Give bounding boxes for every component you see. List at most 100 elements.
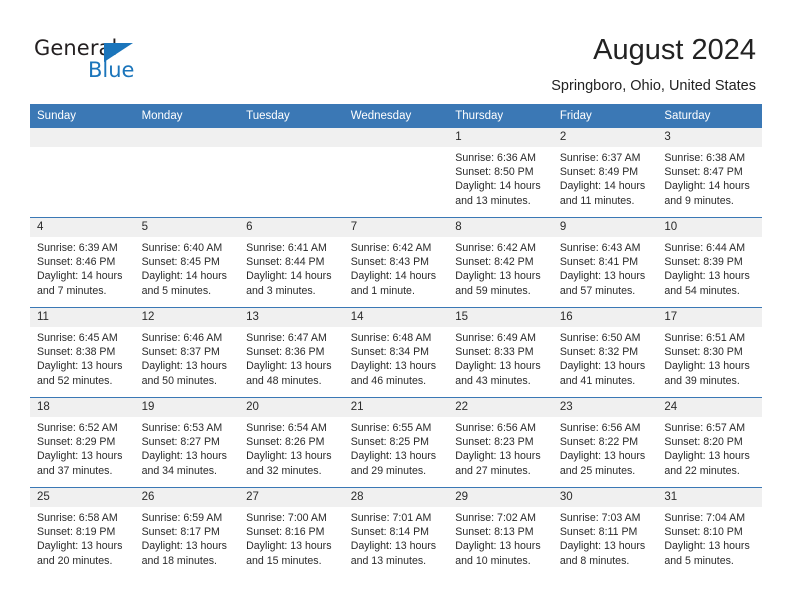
sunrise-text: Sunrise: 6:47 AM: [246, 332, 327, 344]
calendar-day-cell[interactable]: 2 Sunrise: 6:37 AM Sunset: 8:49 PM Dayli…: [552, 128, 658, 218]
sunset-text: Sunset: 8:36 PM: [246, 346, 325, 359]
daylight-text-line2: and 9 minutes.: [664, 194, 734, 207]
sunset-text: Sunset: 8:27 PM: [141, 436, 220, 449]
day-details: Sunrise: 6:36 AM Sunset: 8:50 PM Dayligh…: [448, 147, 553, 208]
weekday-header-tuesday: Tuesday: [239, 104, 344, 128]
calendar-day-cell[interactable]: 9 Sunrise: 6:43 AM Sunset: 8:41 PM Dayli…: [552, 217, 658, 308]
sunrise-text: Sunrise: 6:53 AM: [141, 422, 223, 434]
day-number: 20: [239, 398, 344, 417]
sunset-text: Sunset: 8:19 PM: [37, 526, 116, 539]
calendar-day-cell[interactable]: 19 Sunrise: 6:53 AM Sunset: 8:27 PM Dayl…: [134, 397, 240, 488]
calendar-day-cell[interactable]: 28 Sunrise: 7:01 AM Sunset: 8:14 PM Dayl…: [343, 487, 449, 577]
daylight-text-line1: Daylight: 14 hours: [246, 270, 332, 283]
calendar-day-cell[interactable]: 18 Sunrise: 6:52 AM Sunset: 8:29 PM Dayl…: [30, 397, 135, 488]
calendar-day-cell[interactable]: 20 Sunrise: 6:54 AM Sunset: 8:26 PM Dayl…: [239, 397, 344, 488]
daylight-text-line1: Daylight: 13 hours: [664, 450, 750, 463]
calendar-day-cell[interactable]: 23 Sunrise: 6:56 AM Sunset: 8:22 PM Dayl…: [552, 397, 658, 488]
sunset-text: Sunset: 8:32 PM: [559, 346, 639, 359]
calendar-day-cell[interactable]: 3 Sunrise: 6:38 AM Sunset: 8:47 PM Dayli…: [657, 128, 762, 218]
calendar-day-cell[interactable]: [343, 128, 449, 218]
sunset-text: Sunset: 8:23 PM: [455, 436, 534, 449]
calendar-day-cell[interactable]: [239, 128, 344, 218]
sunrise-text: Sunrise: 6:43 AM: [559, 242, 641, 254]
day-details: Sunrise: 7:03 AM Sunset: 8:11 PM Dayligh…: [553, 507, 658, 568]
sunset-text: Sunset: 8:11 PM: [559, 526, 638, 539]
sunset-text: Sunset: 8:38 PM: [37, 346, 116, 359]
sunrise-text: Sunrise: 6:56 AM: [455, 422, 536, 434]
calendar-day-cell[interactable]: 30 Sunrise: 7:03 AM Sunset: 8:11 PM Dayl…: [552, 487, 658, 577]
day-details: Sunrise: 6:56 AM Sunset: 8:22 PM Dayligh…: [553, 417, 658, 478]
calendar-day-cell[interactable]: [30, 128, 135, 218]
daylight-text-line1: Daylight: 13 hours: [559, 450, 646, 463]
sunset-text: Sunset: 8:25 PM: [350, 436, 430, 449]
calendar-body: 1 Sunrise: 6:36 AM Sunset: 8:50 PM Dayli…: [30, 128, 762, 577]
sunrise-text: Sunrise: 6:50 AM: [559, 332, 641, 344]
day-number: 31: [657, 488, 762, 507]
sunrise-text: Sunrise: 6:36 AM: [455, 152, 536, 164]
daylight-text-line2: and 22 minutes.: [664, 464, 740, 477]
sunrise-text: Sunrise: 6:59 AM: [141, 512, 223, 524]
page-title: August 2024: [593, 34, 756, 66]
calendar-day-cell[interactable]: 21 Sunrise: 6:55 AM Sunset: 8:25 PM Dayl…: [343, 397, 449, 488]
calendar-day-cell[interactable]: 16 Sunrise: 6:50 AM Sunset: 8:32 PM Dayl…: [552, 307, 658, 398]
calendar-day-cell[interactable]: 27 Sunrise: 7:00 AM Sunset: 8:16 PM Dayl…: [239, 487, 344, 577]
sunrise-text: Sunrise: 6:37 AM: [559, 152, 641, 164]
calendar-day-cell[interactable]: 22 Sunrise: 6:56 AM Sunset: 8:23 PM Dayl…: [448, 397, 553, 488]
calendar-day-cell[interactable]: 13 Sunrise: 6:47 AM Sunset: 8:36 PM Dayl…: [239, 307, 344, 398]
sunrise-text: Sunrise: 7:02 AM: [455, 512, 536, 524]
daylight-text-line2: and 20 minutes.: [37, 554, 113, 567]
day-details: Sunrise: 6:44 AM Sunset: 8:39 PM Dayligh…: [657, 237, 762, 298]
day-number: 24: [657, 398, 762, 417]
calendar-day-cell[interactable]: 11 Sunrise: 6:45 AM Sunset: 8:38 PM Dayl…: [30, 307, 135, 398]
daylight-text-line2: and 59 minutes.: [455, 284, 531, 297]
calendar-day-cell[interactable]: 14 Sunrise: 6:48 AM Sunset: 8:34 PM Dayl…: [343, 307, 449, 398]
calendar-day-cell[interactable]: 17 Sunrise: 6:51 AM Sunset: 8:30 PM Dayl…: [657, 307, 762, 398]
calendar-day-cell[interactable]: 7 Sunrise: 6:42 AM Sunset: 8:43 PM Dayli…: [343, 217, 449, 308]
day-number: 25: [30, 488, 135, 507]
calendar-day-cell[interactable]: 8 Sunrise: 6:42 AM Sunset: 8:42 PM Dayli…: [448, 217, 553, 308]
calendar-day-cell[interactable]: 25 Sunrise: 6:58 AM Sunset: 8:19 PM Dayl…: [30, 487, 135, 577]
calendar-day-cell[interactable]: 6 Sunrise: 6:41 AM Sunset: 8:44 PM Dayli…: [239, 217, 344, 308]
sunrise-text: Sunrise: 7:03 AM: [559, 512, 641, 524]
calendar-day-cell[interactable]: 15 Sunrise: 6:49 AM Sunset: 8:33 PM Dayl…: [448, 307, 553, 398]
sunset-text: Sunset: 8:33 PM: [455, 346, 534, 359]
calendar-day-cell[interactable]: 31 Sunrise: 7:04 AM Sunset: 8:10 PM Dayl…: [657, 487, 762, 577]
daylight-text-line2: and 18 minutes.: [141, 554, 217, 567]
daylight-text-line2: and 41 minutes.: [559, 374, 636, 387]
calendar-day-cell[interactable]: 10 Sunrise: 6:44 AM Sunset: 8:39 PM Dayl…: [657, 217, 762, 308]
calendar-day-cell[interactable]: 12 Sunrise: 6:46 AM Sunset: 8:37 PM Dayl…: [134, 307, 240, 398]
calendar-day-cell[interactable]: 4 Sunrise: 6:39 AM Sunset: 8:46 PM Dayli…: [30, 217, 135, 308]
day-number: 21: [343, 398, 449, 417]
daylight-text-line1: Daylight: 14 hours: [559, 180, 646, 193]
day-details: Sunrise: 6:47 AM Sunset: 8:36 PM Dayligh…: [239, 327, 344, 388]
calendar-day-cell[interactable]: [134, 128, 240, 218]
calendar-day-cell[interactable]: 24 Sunrise: 6:57 AM Sunset: 8:20 PM Dayl…: [657, 397, 762, 488]
day-details: Sunrise: 6:55 AM Sunset: 8:25 PM Dayligh…: [344, 417, 449, 478]
daylight-text-line1: Daylight: 13 hours: [246, 360, 332, 373]
calendar-day-cell[interactable]: 29 Sunrise: 7:02 AM Sunset: 8:13 PM Dayl…: [448, 487, 553, 577]
sunset-text: Sunset: 8:17 PM: [141, 526, 220, 539]
calendar-day-cell[interactable]: 5 Sunrise: 6:40 AM Sunset: 8:45 PM Dayli…: [134, 217, 240, 308]
day-details: Sunrise: 6:41 AM Sunset: 8:44 PM Dayligh…: [239, 237, 344, 298]
daylight-text-line1: Daylight: 13 hours: [37, 360, 123, 373]
sunset-text: Sunset: 8:42 PM: [455, 256, 534, 269]
sunset-text: Sunset: 8:39 PM: [664, 256, 743, 269]
daylight-text-line1: Daylight: 13 hours: [246, 540, 332, 553]
day-details: Sunrise: 6:52 AM Sunset: 8:29 PM Dayligh…: [30, 417, 135, 478]
day-number: 15: [448, 308, 553, 327]
sunrise-text: Sunrise: 6:57 AM: [664, 422, 746, 434]
calendar-day-cell[interactable]: 1 Sunrise: 6:36 AM Sunset: 8:50 PM Dayli…: [448, 128, 553, 218]
daylight-text-line1: Daylight: 13 hours: [664, 540, 750, 553]
daylight-text-line2: and 10 minutes.: [455, 554, 531, 567]
day-details: Sunrise: 6:38 AM Sunset: 8:47 PM Dayligh…: [657, 147, 762, 208]
calendar-week-row: 1 Sunrise: 6:36 AM Sunset: 8:50 PM Dayli…: [30, 128, 762, 218]
daylight-text-line2: and 13 minutes.: [455, 194, 531, 207]
day-number: 18: [30, 398, 135, 417]
calendar-day-cell[interactable]: 26 Sunrise: 6:59 AM Sunset: 8:17 PM Dayl…: [134, 487, 240, 577]
general-blue-logo[interactable]: General Blue: [34, 36, 234, 88]
day-details: Sunrise: 7:00 AM Sunset: 8:16 PM Dayligh…: [239, 507, 344, 568]
sunrise-text: Sunrise: 6:46 AM: [141, 332, 223, 344]
day-number: 3: [657, 128, 762, 147]
daylight-text-line1: Daylight: 14 hours: [455, 180, 541, 193]
day-details: Sunrise: 7:01 AM Sunset: 8:14 PM Dayligh…: [344, 507, 449, 568]
